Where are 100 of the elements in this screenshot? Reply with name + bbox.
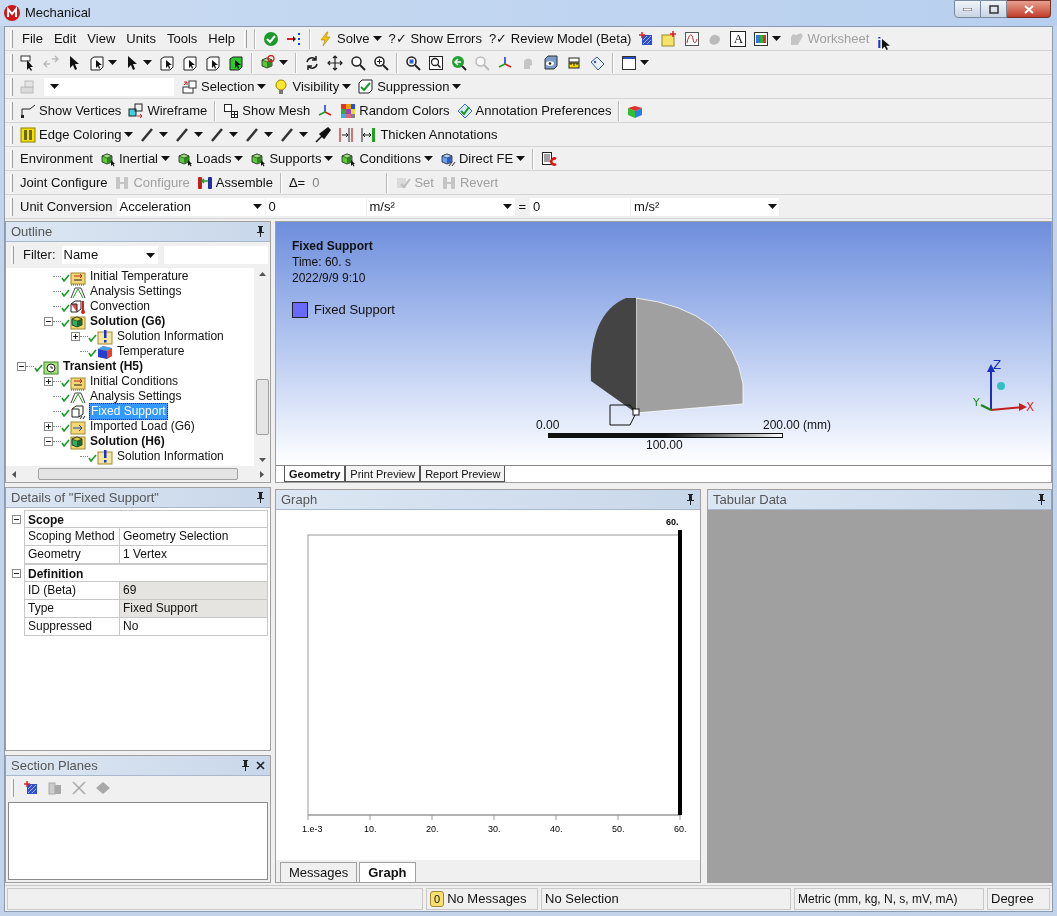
expander-button[interactable]: [71, 332, 80, 341]
menu-item[interactable]: Edit: [48, 28, 82, 49]
view-tab[interactable]: Report Preview: [420, 466, 506, 482]
expander-button[interactable]: [11, 514, 21, 524]
viewport-title: Fixed Support: [292, 238, 374, 254]
pin-icon[interactable]: [256, 492, 265, 503]
cube-thermometer-icon: [70, 298, 86, 315]
toolbar-button[interactable]: Wireframe: [125, 99, 211, 122]
tree-item[interactable]: Solution Information: [116, 329, 225, 344]
toolbar-button[interactable]: Show Vertices: [17, 99, 125, 122]
tree-item[interactable]: Imported Load (G6): [89, 419, 196, 434]
input-field[interactable]: 0: [265, 197, 366, 216]
toolbar-button[interactable]: Annotation Preferences: [453, 99, 615, 122]
expander-button[interactable]: [44, 437, 53, 446]
toolbar-button[interactable]: Visibility: [270, 75, 355, 98]
panel-tab[interactable]: Messages: [280, 862, 358, 882]
minimize-button[interactable]: [954, 0, 981, 18]
close-button[interactable]: [1007, 0, 1051, 18]
tree-item[interactable]: Initial Temperature: [89, 269, 190, 284]
toolbar-button[interactable]: Assemble: [193, 171, 276, 194]
box-cursor-icon: [205, 54, 221, 71]
scrollbar-thumb[interactable]: [255, 379, 269, 435]
cube-cursor-icon: [340, 150, 357, 167]
tree-item[interactable]: Analysis Settings: [89, 284, 183, 299]
menu-item[interactable]: Tools: [161, 28, 203, 49]
scrollbar-thumb[interactable]: [38, 468, 238, 480]
tree-item[interactable]: Solution (G6): [89, 314, 167, 329]
zoom-icon: [474, 54, 490, 71]
view-tab[interactable]: Print Preview: [345, 466, 421, 482]
property-value[interactable]: 69: [120, 582, 268, 600]
view-tab[interactable]: Geometry: [284, 466, 346, 482]
toolbar-button[interactable]: Inertial: [97, 147, 173, 170]
expander-button[interactable]: [44, 422, 53, 431]
toolbar-button[interactable]: ?✓ Review Model (Beta): [485, 27, 635, 50]
text-tool-button[interactable]: A: [730, 30, 747, 47]
menu-item[interactable]: Units: [121, 28, 161, 49]
dropdown-field[interactable]: Acceleration: [116, 197, 265, 216]
toolbar-button[interactable]: Supports: [247, 147, 337, 170]
bars-icon: [20, 126, 36, 143]
dropdown-field[interactable]: m/s²: [366, 197, 515, 216]
status-text: No Selection: [545, 889, 619, 908]
tree-item[interactable]: Transient (H5): [62, 359, 144, 374]
menu-item[interactable]: View: [82, 28, 121, 49]
expander-button[interactable]: [11, 568, 21, 578]
palette-icon: [340, 102, 357, 119]
dropdown-field[interactable]: [44, 77, 174, 96]
cross-icon: [71, 780, 87, 796]
input-field[interactable]: 0: [530, 197, 631, 216]
horizontal-scrollbar[interactable]: [6, 466, 270, 482]
expander-button[interactable]: [44, 317, 53, 326]
expander-button[interactable]: [44, 377, 53, 386]
plus-icon: [73, 334, 78, 339]
tree-item[interactable]: Convection: [89, 299, 152, 314]
scroll-left-icon[interactable]: [12, 470, 16, 478]
toolbar-button[interactable]: Show Mesh: [220, 99, 314, 122]
toolbar-button[interactable]: Selection: [179, 75, 270, 98]
minus-icon: [13, 516, 19, 522]
status-text: Degree: [991, 889, 1034, 908]
pin-icon[interactable]: [1037, 494, 1046, 505]
info-button[interactable]: i: [873, 27, 894, 50]
expander-button[interactable]: [17, 362, 26, 371]
dropdown-field[interactable]: m/s²: [631, 197, 780, 216]
toolbar-button[interactable]: Direct FE: [436, 147, 529, 170]
check-badge-icon: [456, 102, 473, 119]
tick-label: 1.e-3: [302, 824, 323, 834]
scroll-up-icon[interactable]: [258, 272, 266, 276]
pin-icon[interactable]: [256, 226, 265, 237]
tree-item[interactable]: Initial Conditions: [89, 374, 180, 389]
filter-dropdown[interactable]: Name: [61, 246, 158, 264]
scroll-right-icon[interactable]: [260, 470, 264, 478]
panel-tab[interactable]: Graph: [359, 862, 416, 882]
property-value[interactable]: Geometry Selection: [120, 528, 268, 546]
caret-icon: [49, 84, 59, 89]
settings-graph-icon: [70, 283, 86, 300]
property-value[interactable]: Fixed Support: [120, 600, 268, 618]
tree-item[interactable]: Temperature: [116, 344, 186, 359]
toolbar-button[interactable]: Solve: [315, 27, 385, 50]
tree-item[interactable]: Solution (H6): [89, 434, 166, 449]
tree-item[interactable]: Analysis Settings: [89, 389, 183, 404]
dropdown-value: m/s²: [634, 197, 660, 216]
pin-icon[interactable]: [686, 494, 695, 505]
toolbar-button[interactable]: Suppression: [355, 75, 465, 98]
menu-item[interactable]: File: [17, 28, 48, 49]
toolbar-button[interactable]: ?✓ Show Errors: [385, 27, 485, 50]
pin-icon[interactable]: [241, 760, 250, 771]
maximize-button[interactable]: [981, 0, 1007, 18]
property-value[interactable]: 1 Vertex: [120, 546, 268, 564]
toolbar-button[interactable]: Edge Coloring: [17, 123, 137, 146]
scroll-down-icon[interactable]: [258, 458, 266, 462]
close-icon[interactable]: [256, 761, 265, 770]
menu-item[interactable]: Help: [203, 28, 241, 49]
toolbar-button[interactable]: Thicken Annotations: [358, 123, 501, 146]
arrow-folder-icon: [70, 418, 86, 435]
toolbar-button[interactable]: Loads: [174, 147, 247, 170]
tree-item[interactable]: Solution Information: [116, 449, 225, 464]
property-value[interactable]: No: [120, 618, 268, 636]
toolbar-button[interactable]: Conditions: [337, 147, 436, 170]
triad-icon: [497, 54, 513, 71]
toolbar-button[interactable]: Random Colors: [337, 99, 453, 122]
scale-label: 200.00 (mm): [763, 417, 832, 433]
